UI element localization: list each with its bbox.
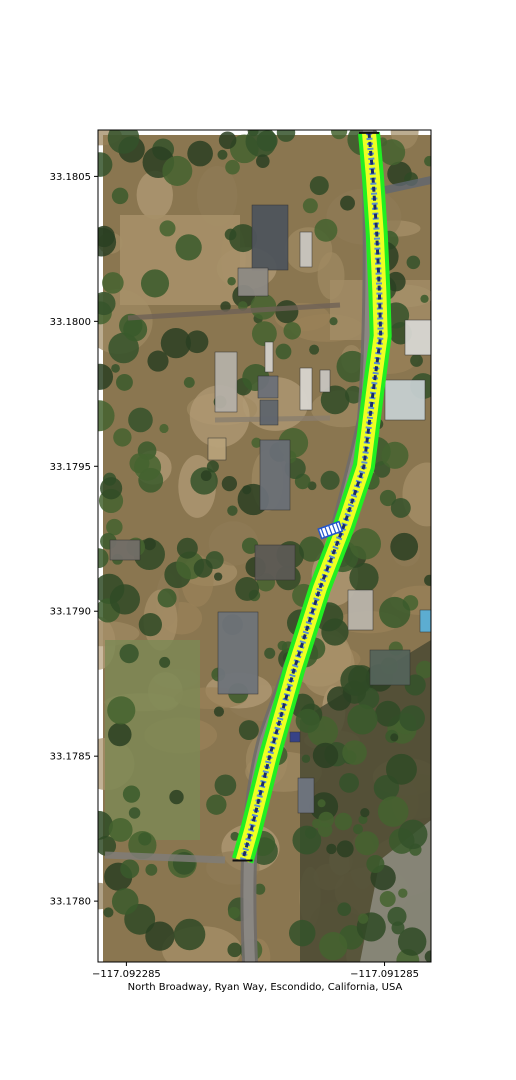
map-figure: −117.092285 −117.091285 33.180533.180033.… [50,129,432,993]
y-tick-label: 33.1800 [50,317,91,328]
x-tick-label: −117.091285 [350,969,419,980]
y-tick-label: 33.1790 [50,607,91,618]
x-tick-label: −117.092285 [92,969,161,980]
x-axis-label: North Broadway, Ryan Way, Escondido, Cal… [128,982,403,993]
y-tick-label: 33.1795 [50,462,91,473]
y-tick-label: 33.1780 [50,897,91,908]
x-axis-ticks: −117.092285 −117.091285 [92,962,419,980]
y-tick-label: 33.1785 [50,752,91,763]
y-tick-label: 33.1805 [50,172,91,183]
satellite-imagery [98,130,431,962]
y-axis-ticks: 33.1805 33.1800 33.1795 33.1790 33.1785 33.17… [50,172,98,908]
